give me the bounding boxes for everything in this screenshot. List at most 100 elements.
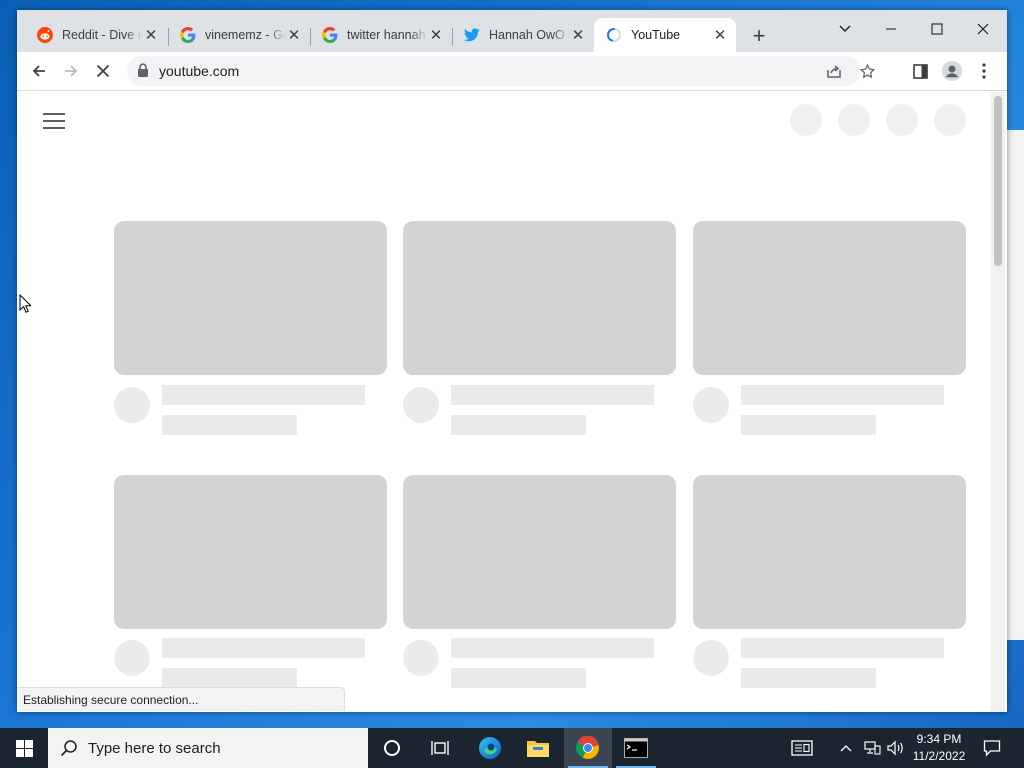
chrome-button[interactable] — [564, 728, 612, 768]
skeleton-title-line — [162, 638, 365, 658]
bookmark-star-icon[interactable] — [857, 61, 877, 81]
windows-logo-icon — [15, 739, 33, 757]
skeleton-avatar — [693, 387, 729, 423]
close-icon — [977, 23, 989, 35]
chevron-up-icon — [840, 745, 852, 752]
cortana-button[interactable] — [368, 728, 416, 768]
terminal-icon — [624, 738, 648, 758]
skeleton-thumbnail — [403, 475, 676, 629]
tab-strip: Reddit - Dive into anything ✕ vinememz -… — [17, 10, 1007, 52]
status-bubble: Establishing secure connection... — [17, 687, 345, 711]
skeleton-avatar — [114, 387, 150, 423]
lock-icon[interactable] — [137, 63, 149, 83]
terminal-button[interactable] — [612, 728, 660, 768]
back-button[interactable] — [25, 58, 53, 84]
taskbar-search-box[interactable]: Type here to search — [48, 728, 368, 768]
chrome-icon — [576, 736, 599, 759]
skeleton-meta-line — [451, 415, 586, 435]
tab-reddit[interactable]: Reddit - Dive into anything ✕ — [25, 18, 167, 52]
tab-title: twitter hannah - Google Search — [347, 28, 428, 42]
start-button[interactable] — [0, 728, 48, 768]
tab-search-button[interactable] — [822, 14, 868, 44]
search-placeholder: Type here to search — [88, 739, 221, 757]
minimize-button[interactable] — [868, 14, 914, 44]
show-hidden-icons-button[interactable] — [836, 728, 856, 768]
google-icon — [180, 27, 196, 43]
hamburger-menu-icon[interactable] — [43, 113, 65, 129]
skeleton-header-circle — [886, 104, 918, 136]
tab-twitter-search[interactable]: twitter hannah - Google Search ✕ — [310, 18, 452, 52]
youtube-loading-page: Establishing secure connection... — [17, 90, 1007, 712]
skeleton-thumbnail — [693, 475, 966, 629]
tab-twitter-hannah[interactable]: Hannah OwO (@hannah) / Twitter ✕ — [452, 18, 594, 52]
address-bar[interactable]: youtube.com — [127, 56, 875, 86]
skeleton-thumbnail — [114, 221, 387, 375]
maximize-icon — [931, 23, 943, 35]
page-scrollbar[interactable] — [991, 92, 1005, 712]
network-icon — [864, 741, 881, 755]
mouse-pointer-icon — [19, 294, 31, 313]
search-icon — [60, 739, 78, 757]
skeleton-header-circle — [790, 104, 822, 136]
close-tab-icon[interactable]: ✕ — [143, 27, 159, 44]
close-tab-icon[interactable]: ✕ — [712, 27, 728, 44]
more-vertical-icon — [982, 63, 986, 79]
skeleton-thumbnail — [693, 221, 966, 375]
skeleton-meta-line — [741, 668, 876, 688]
news-widget-button[interactable] — [784, 728, 820, 768]
forward-button[interactable] — [57, 58, 85, 84]
skeleton-avatar — [114, 640, 150, 676]
task-view-button[interactable] — [416, 728, 464, 768]
close-window-button[interactable] — [960, 14, 1006, 44]
url-text[interactable]: youtube.com — [159, 63, 239, 79]
profile-button[interactable] — [938, 58, 966, 84]
browser-toolbar: youtube.com — [17, 52, 1007, 90]
share-icon[interactable] — [824, 61, 844, 81]
scrollbar-thumb[interactable] — [994, 96, 1002, 266]
file-explorer-button[interactable] — [514, 728, 562, 768]
action-center-button[interactable] — [978, 728, 1006, 768]
tab-vinememz[interactable]: vinememz - Google Search ✕ — [168, 18, 310, 52]
close-tab-icon[interactable]: ✕ — [286, 27, 302, 44]
chrome-window: Reddit - Dive into anything ✕ vinememz -… — [17, 10, 1007, 712]
tab-title: Hannah OwO (@hannah) / Twitter — [489, 28, 570, 42]
tab-youtube[interactable]: YouTube ✕ — [594, 18, 736, 52]
tab-title: Reddit - Dive into anything — [62, 28, 143, 42]
arrow-right-icon — [65, 65, 78, 77]
minimize-icon — [886, 28, 896, 30]
task-view-icon — [431, 741, 449, 755]
skeleton-avatar — [693, 640, 729, 676]
new-tab-button[interactable]: + — [748, 25, 770, 47]
skeleton-meta-line — [162, 668, 297, 688]
notification-icon — [983, 740, 1001, 757]
skeleton-thumbnail — [114, 475, 387, 629]
google-icon — [322, 27, 338, 43]
skeleton-header-circle — [934, 104, 966, 136]
network-button[interactable] — [860, 728, 884, 768]
clock-time: 9:34 PM — [916, 732, 962, 746]
edge-button[interactable] — [466, 728, 514, 768]
chevron-down-icon — [839, 25, 851, 32]
volume-button[interactable] — [884, 728, 906, 768]
skeleton-title-line — [741, 638, 944, 658]
skeleton-title-line — [451, 638, 654, 658]
side-panel-button[interactable] — [906, 58, 934, 84]
clock-date: 11/2/2022 — [912, 749, 966, 763]
system-clock[interactable]: 9:34 PM 11/2/2022 — [908, 731, 970, 765]
skeleton-avatar — [403, 640, 439, 676]
side-panel-icon — [912, 63, 928, 79]
skeleton-meta-line — [451, 668, 586, 688]
skeleton-thumbnail — [403, 221, 676, 375]
stop-button[interactable] — [89, 58, 117, 84]
close-tab-icon[interactable]: ✕ — [428, 27, 444, 44]
skeleton-meta-line — [162, 415, 297, 435]
chrome-menu-button[interactable] — [970, 58, 998, 84]
maximize-button[interactable] — [914, 14, 960, 44]
twitter-icon — [464, 27, 480, 43]
speaker-icon — [887, 740, 903, 756]
arrow-left-icon — [32, 65, 45, 77]
close-tab-icon[interactable]: ✕ — [570, 27, 586, 44]
loading-spinner-icon — [606, 27, 622, 43]
reddit-icon — [37, 27, 53, 43]
windows-taskbar: Type here to search 9:34 PM 11/2/2022 — [0, 728, 1024, 768]
